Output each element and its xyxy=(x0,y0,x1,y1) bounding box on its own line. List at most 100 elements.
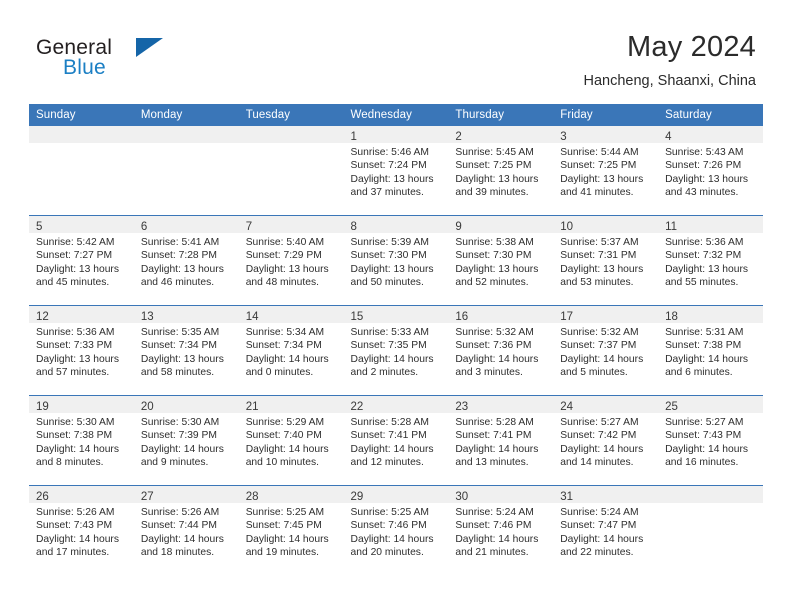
calendar-day-cell[interactable]: 31 Sunrise: 5:24 AM Sunset: 7:47 PM Dayligh… xyxy=(553,485,659,575)
day-details: Sunrise: 5:37 AM Sunset: 7:31 PM Daylight:… xyxy=(553,233,658,290)
day-details: Sunrise: 5:45 AM Sunset: 7:25 PM Daylight:… xyxy=(448,143,553,200)
day-number: 3 xyxy=(560,131,567,143)
day-details: Sunrise: 5:36 AM Sunset: 7:32 PM Daylight:… xyxy=(658,233,763,290)
calendar-day-cell[interactable]: 6 Sunrise: 5:41 AM Sunset: 7:28 PM Daylight… xyxy=(133,215,239,306)
sunset-line: Sunset: 7:40 PM xyxy=(245,430,322,442)
day-details xyxy=(658,503,763,506)
daylight-line-2: and 12 minutes. xyxy=(350,457,424,469)
daylight-line-2: and 3 minutes. xyxy=(455,367,523,379)
daylight-line-2: and 13 minutes. xyxy=(455,457,529,469)
daylight-line-1: Daylight: 13 hours xyxy=(140,263,224,275)
sunrise-line: Sunrise: 5:41 AM xyxy=(140,237,220,248)
sunrise-line: Sunrise: 5:34 AM xyxy=(245,327,325,338)
calendar-day-cell[interactable]: 9 Sunrise: 5:38 AM Sunset: 7:30 PM Daylight… xyxy=(448,215,554,306)
sunrise-line: Sunrise: 5:26 AM xyxy=(36,507,115,518)
sunrise-line: Sunrise: 5:30 AM xyxy=(36,417,115,428)
sunrise-line: Sunrise: 5:32 AM xyxy=(455,327,534,338)
daylight-line-2: and 0 minutes. xyxy=(245,367,314,379)
day-number-strip: 23 xyxy=(448,396,554,413)
weekday-header-wednesday: Wednesday xyxy=(343,104,449,126)
calendar-day-cell[interactable]: 2 Sunrise: 5:45 AM Sunset: 7:25 PM Daylight… xyxy=(448,126,554,216)
location-subtitle: Hancheng, Shaanxi, China xyxy=(583,73,756,89)
weekday-header-thursday: Thursday xyxy=(448,104,554,126)
weekday-header-row: Sunday Monday Tuesday Wednesday Thursday Frid… xyxy=(29,104,763,126)
brand-logo[interactable]: General Blue xyxy=(36,36,236,88)
daylight-line-1: Daylight: 14 hours xyxy=(665,443,749,455)
calendar-day-cell[interactable]: 21 Sunrise: 5:29 AM Sunset: 7:40 PM Dayligh… xyxy=(238,395,344,486)
calendar-day-cell[interactable]: 13 Sunrise: 5:35 AM Sunset: 7:34 PM Dayligh… xyxy=(133,305,239,396)
day-number: 16 xyxy=(455,311,469,323)
calendar-day-cell[interactable]: 4 Sunrise: 5:43 AM Sunset: 7:26 PM Daylight… xyxy=(658,126,763,216)
daylight-line-2: and 55 minutes. xyxy=(665,277,739,289)
sunset-line: Sunset: 7:43 PM xyxy=(665,430,742,442)
day-number-strip: 31 xyxy=(553,486,659,503)
day-details xyxy=(29,143,134,146)
day-number: 29 xyxy=(350,491,364,503)
calendar-day-cell[interactable]: 20 Sunrise: 5:30 AM Sunset: 7:39 PM Dayligh… xyxy=(133,395,239,486)
sunrise-line: Sunrise: 5:36 AM xyxy=(36,327,115,338)
daylight-line-1: Daylight: 14 hours xyxy=(665,353,749,365)
sunrise-line: Sunrise: 5:31 AM xyxy=(665,327,744,338)
calendar-day-cell[interactable]: 28 Sunrise: 5:25 AM Sunset: 7:45 PM Dayligh… xyxy=(238,485,344,575)
calendar-day-cell[interactable]: 26 Sunrise: 5:26 AM Sunset: 7:43 PM Dayligh… xyxy=(29,485,134,575)
sunset-line: Sunset: 7:46 PM xyxy=(350,520,427,532)
daylight-line-2: and 45 minutes. xyxy=(36,277,110,289)
calendar-day-cell[interactable]: 11 Sunrise: 5:36 AM Sunset: 7:32 PM Dayligh… xyxy=(658,215,763,306)
day-details: Sunrise: 5:39 AM Sunset: 7:30 PM Daylight:… xyxy=(344,233,449,290)
sunrise-line: Sunrise: 5:25 AM xyxy=(245,507,325,518)
day-details: Sunrise: 5:30 AM Sunset: 7:38 PM Daylight:… xyxy=(29,413,134,470)
calendar-day-cell[interactable]: 25 Sunrise: 5:27 AM Sunset: 7:43 PM Dayligh… xyxy=(658,395,763,486)
daylight-line-1: Daylight: 14 hours xyxy=(36,443,119,455)
sunset-line: Sunset: 7:36 PM xyxy=(455,340,532,352)
daylight-line-2: and 2 minutes. xyxy=(350,367,419,379)
daylight-line-2: and 37 minutes. xyxy=(350,187,424,199)
day-number-strip: 20 xyxy=(133,396,239,413)
day-number-strip: 12 xyxy=(29,306,134,323)
calendar-day-cell[interactable]: 15 Sunrise: 5:33 AM Sunset: 7:35 PM Dayligh… xyxy=(343,305,449,396)
calendar-day-cell[interactable]: 8 Sunrise: 5:39 AM Sunset: 7:30 PM Daylight… xyxy=(343,215,449,306)
sunrise-line: Sunrise: 5:46 AM xyxy=(350,147,429,158)
calendar-day-cell[interactable]: 22 Sunrise: 5:28 AM Sunset: 7:41 PM Dayligh… xyxy=(343,395,449,486)
daylight-line-1: Daylight: 14 hours xyxy=(245,533,329,545)
day-details: Sunrise: 5:31 AM Sunset: 7:38 PM Daylight:… xyxy=(658,323,763,380)
sunset-line: Sunset: 7:33 PM xyxy=(36,340,113,352)
day-details: Sunrise: 5:24 AM Sunset: 7:47 PM Daylight:… xyxy=(553,503,658,560)
daylight-line-1: Daylight: 14 hours xyxy=(245,443,329,455)
day-number-strip: 9 xyxy=(448,216,554,233)
day-number: 5 xyxy=(36,221,43,233)
day-number-strip: 17 xyxy=(553,306,659,323)
day-number: 31 xyxy=(560,491,574,503)
daylight-line-1: Daylight: 14 hours xyxy=(455,353,539,365)
calendar-day-cell[interactable]: 1 Sunrise: 5:46 AM Sunset: 7:24 PM Daylight… xyxy=(343,126,449,216)
sunset-line: Sunset: 7:41 PM xyxy=(455,430,532,442)
day-number: 17 xyxy=(560,311,574,323)
calendar-day-cell[interactable]: 14 Sunrise: 5:34 AM Sunset: 7:34 PM Dayligh… xyxy=(238,305,344,396)
calendar-day-cell[interactable]: 30 Sunrise: 5:24 AM Sunset: 7:46 PM Dayligh… xyxy=(448,485,554,575)
calendar-week-row: 12 Sunrise: 5:36 AM Sunset: 7:33 PM Dayligh… xyxy=(29,305,763,396)
calendar-day-cell[interactable]: 18 Sunrise: 5:31 AM Sunset: 7:38 PM Dayligh… xyxy=(658,305,763,396)
calendar-day-cell[interactable]: 5 Sunrise: 5:42 AM Sunset: 7:27 PM Daylight… xyxy=(29,215,134,306)
calendar-day-cell[interactable]: 17 Sunrise: 5:32 AM Sunset: 7:37 PM Dayligh… xyxy=(553,305,659,396)
day-number-strip: 27 xyxy=(133,486,239,503)
calendar-page: General Blue May 2024 Hancheng, Shaanxi,… xyxy=(0,0,792,612)
daylight-line-2: and 19 minutes. xyxy=(245,547,319,559)
calendar-day-cell[interactable]: 3 Sunrise: 5:44 AM Sunset: 7:25 PM Daylight… xyxy=(553,126,659,216)
day-number-strip: 3 xyxy=(553,126,659,143)
daylight-line-2: and 6 minutes. xyxy=(665,367,733,379)
calendar-empty-cell xyxy=(238,126,344,216)
calendar-day-cell[interactable]: 10 Sunrise: 5:37 AM Sunset: 7:31 PM Dayligh… xyxy=(553,215,659,306)
day-number-strip xyxy=(238,126,344,143)
calendar-day-cell[interactable]: 29 Sunrise: 5:25 AM Sunset: 7:46 PM Dayligh… xyxy=(343,485,449,575)
calendar-day-cell[interactable]: 7 Sunrise: 5:40 AM Sunset: 7:29 PM Daylight… xyxy=(238,215,344,306)
day-details: Sunrise: 5:25 AM Sunset: 7:46 PM Daylight:… xyxy=(344,503,449,560)
sunrise-line: Sunrise: 5:30 AM xyxy=(140,417,220,428)
calendar-day-cell[interactable]: 27 Sunrise: 5:26 AM Sunset: 7:44 PM Dayligh… xyxy=(133,485,239,575)
calendar-day-cell[interactable]: 16 Sunrise: 5:32 AM Sunset: 7:36 PM Dayligh… xyxy=(448,305,554,396)
calendar-day-cell[interactable]: 19 Sunrise: 5:30 AM Sunset: 7:38 PM Dayligh… xyxy=(29,395,134,486)
day-details: Sunrise: 5:28 AM Sunset: 7:41 PM Daylight:… xyxy=(448,413,553,470)
calendar-day-cell[interactable]: 23 Sunrise: 5:28 AM Sunset: 7:41 PM Dayligh… xyxy=(448,395,554,486)
sunrise-line: Sunrise: 5:28 AM xyxy=(350,417,429,428)
sunset-line: Sunset: 7:34 PM xyxy=(140,340,217,352)
calendar-day-cell[interactable]: 24 Sunrise: 5:27 AM Sunset: 7:42 PM Dayligh… xyxy=(553,395,659,486)
calendar-day-cell[interactable]: 12 Sunrise: 5:36 AM Sunset: 7:33 PM Dayligh… xyxy=(29,305,134,396)
